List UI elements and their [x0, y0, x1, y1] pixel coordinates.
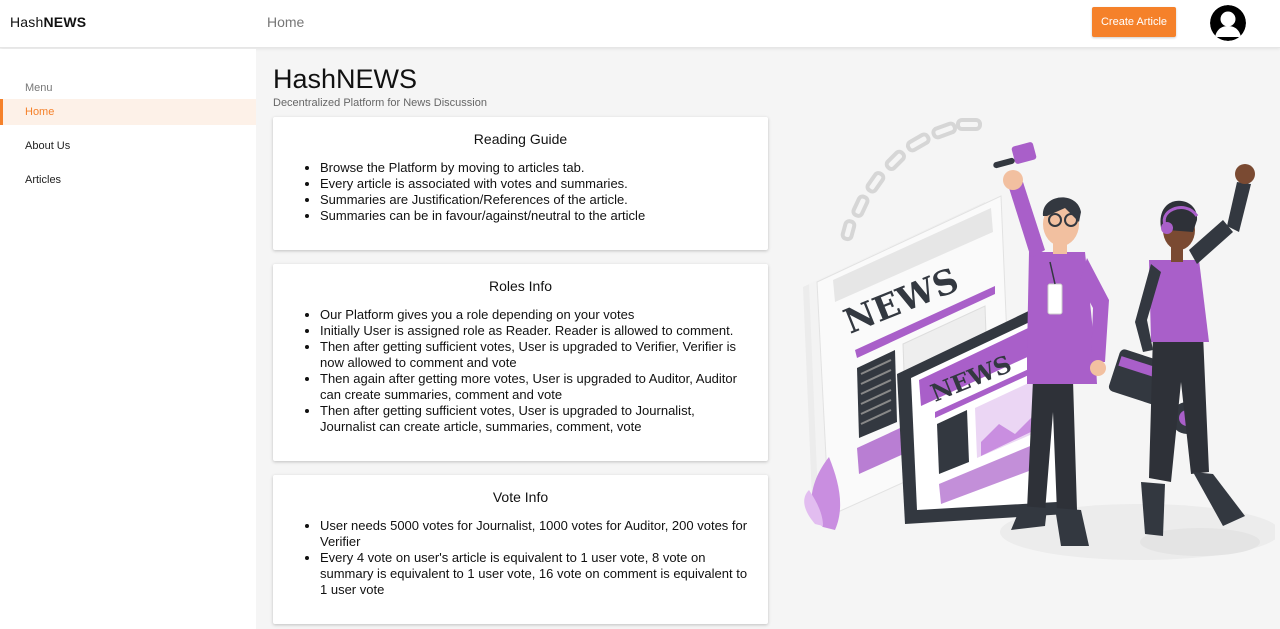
- card-list: Our Platform gives you a role depending …: [320, 307, 750, 435]
- list-item: Browse the Platform by moving to article…: [320, 160, 750, 176]
- sidebar-item-home[interactable]: Home: [0, 99, 256, 125]
- list-item: Every 4 vote on user's article is equiva…: [320, 550, 750, 598]
- page-subtitle: Decentralized Platform for News Discussi…: [273, 97, 487, 109]
- reading-guide-card: Reading Guide Browse the Platform by mov…: [273, 117, 768, 250]
- card-title: Vote Info: [492, 489, 549, 505]
- brand-logo[interactable]: HashNEWS: [10, 14, 86, 30]
- page-title: HashNEWS: [273, 64, 418, 94]
- list-item: Summaries can be in favour/against/neutr…: [320, 208, 750, 224]
- brand-suffix: NEWS: [43, 14, 87, 30]
- nav-home-link[interactable]: Home: [267, 14, 304, 30]
- brand-prefix: Hash: [10, 14, 44, 30]
- list-item: Our Platform gives you a role depending …: [320, 307, 750, 323]
- sidebar-item-articles[interactable]: Articles: [0, 167, 256, 193]
- card-title: Reading Guide: [473, 131, 568, 147]
- sidebar-menu-title: Menu: [25, 82, 53, 94]
- list-item: User needs 5000 votes for Journalist, 10…: [320, 518, 750, 550]
- sidebar-item-about-us[interactable]: About Us: [0, 133, 256, 159]
- list-item: Every article is associated with votes a…: [320, 176, 750, 192]
- top-navbar: HashNEWS Home Create Article: [0, 0, 1280, 48]
- create-article-button[interactable]: Create Article: [1092, 7, 1176, 37]
- sidebar: Menu Home About Us Articles: [0, 49, 256, 629]
- list-item: Initially User is assigned role as Reade…: [320, 323, 750, 339]
- list-item: Then after getting sufficient votes, Use…: [320, 403, 750, 435]
- list-item: Then after getting sufficient votes, Use…: [320, 339, 750, 371]
- list-item: Then again after getting more votes, Use…: [320, 371, 750, 403]
- news-illustration: NEWS NEWS: [795, 112, 1280, 582]
- card-title: Roles Info: [488, 278, 553, 294]
- roles-info-card: Roles Info Our Platform gives you a role…: [273, 264, 768, 461]
- list-item: Summaries are Justification/References o…: [320, 192, 750, 208]
- card-list: Browse the Platform by moving to article…: [320, 160, 750, 224]
- card-list: User needs 5000 votes for Journalist, 10…: [320, 518, 750, 598]
- vote-info-card: Vote Info User needs 5000 votes for Jour…: [273, 475, 768, 624]
- user-avatar-icon[interactable]: [1210, 5, 1246, 41]
